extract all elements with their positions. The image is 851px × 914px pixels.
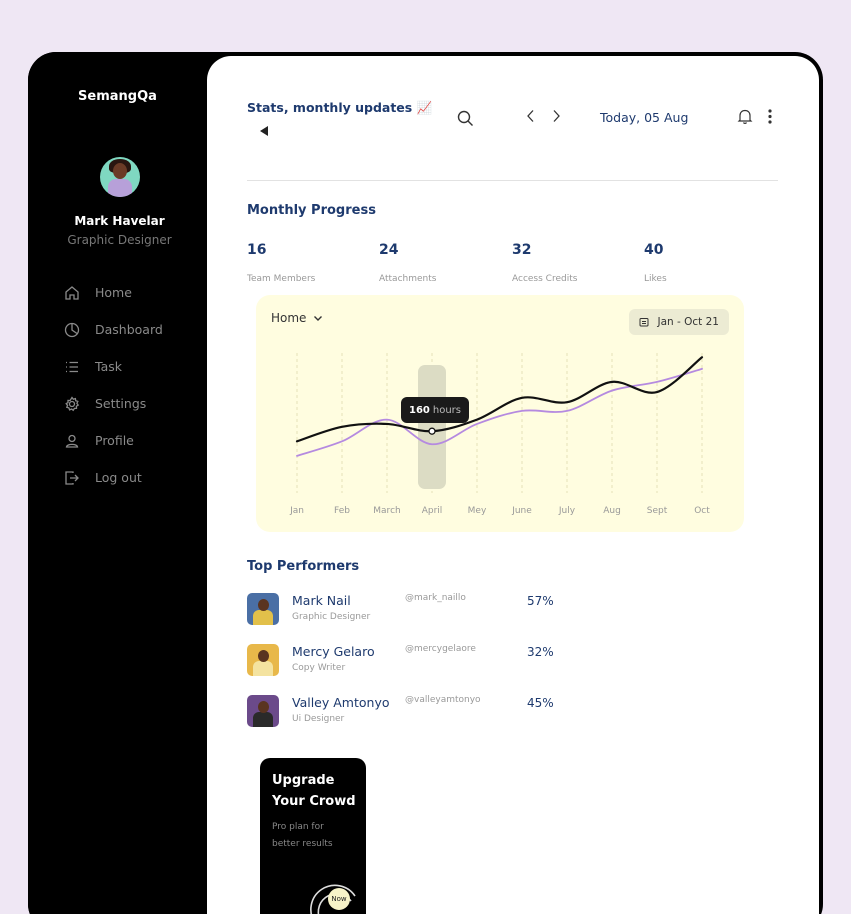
x-tick-label: March — [373, 506, 400, 516]
upgrade-now-button[interactable]: Now — [328, 888, 350, 910]
back-arrow-icon[interactable] — [260, 126, 268, 136]
performer-avatar — [247, 593, 279, 625]
current-date: Today, 05 Aug — [600, 110, 689, 125]
main-panel: Stats, monthly updates 📈 Today, 05 Aug M… — [207, 56, 819, 914]
stat-likes: 40 Likes — [644, 242, 764, 284]
user-name: Mark Havelar — [74, 214, 165, 228]
performer-role: Graphic Designer — [292, 612, 371, 622]
performer-handle: @mark_naillo — [405, 593, 466, 603]
performer-percent: 57% — [527, 594, 554, 608]
tooltip-value: 160 — [409, 404, 430, 416]
highlight-point — [428, 427, 436, 435]
sidebar-item-label: Task — [95, 359, 122, 374]
sidebar-item-task[interactable]: Task — [64, 348, 163, 385]
sidebar-item-home[interactable]: Home — [64, 274, 163, 311]
sidebar-item-logout[interactable]: Log out — [64, 459, 163, 496]
header-divider — [247, 180, 778, 181]
bell-icon[interactable] — [737, 108, 753, 125]
sidebar-item-profile[interactable]: Profile — [64, 422, 163, 459]
list-icon — [66, 361, 78, 372]
highlight-band — [418, 365, 446, 489]
performer-percent: 45% — [527, 696, 554, 710]
stat-attachments: 24 Attachments — [379, 242, 499, 284]
performer-avatar — [247, 695, 279, 727]
stat-access-credits: 32 Access Credits — [512, 242, 632, 284]
stat-value: 16 — [247, 242, 267, 258]
performer-name: Valley Amtonyo — [292, 695, 390, 710]
page-title: Stats, monthly updates 📈 — [247, 100, 433, 115]
chart-tooltip: 160 hours — [401, 397, 469, 423]
performer-row[interactable]: Mercy Gelaro Copy Writer @mercygelaore 3… — [247, 642, 587, 676]
stat-team-members: 16 Team Members — [247, 242, 367, 284]
sidebar-item-label: Settings — [95, 396, 147, 411]
chart-filter-label: Home — [271, 311, 307, 325]
stat-label: Team Members — [247, 274, 316, 284]
progress-chart-card: Jan Feb March April Mey June July Aug Sept Oct Ho… — [256, 295, 744, 532]
sidebar-item-label: Home — [95, 285, 132, 300]
logout-icon — [65, 470, 79, 485]
performer-row[interactable]: Valley Amtonyo Ui Designer @valleyamtony… — [247, 693, 587, 727]
x-tick-label: July — [558, 506, 576, 516]
performer-handle: @mercygelaore — [405, 644, 476, 654]
performer-handle: @valleyamtonyo — [405, 695, 481, 705]
x-tick-label: Aug — [603, 506, 621, 516]
x-tick-label: Sept — [647, 506, 668, 516]
search-icon[interactable] — [457, 110, 474, 127]
performer-percent: 32% — [527, 645, 554, 659]
date-range-label: Jan - Oct 21 — [657, 316, 719, 328]
sidebar-item-dashboard[interactable]: Dashboard — [64, 311, 163, 348]
pie-chart-icon — [64, 322, 80, 337]
performer-role: Ui Designer — [292, 714, 345, 724]
x-tick-label: Feb — [334, 506, 350, 516]
monthly-progress-title: Monthly Progress — [247, 203, 376, 218]
sidebar-nav: Home Dashboard Task Settings Profile Log… — [64, 274, 163, 496]
sidebar-item-label: Log out — [95, 470, 142, 485]
tooltip-unit: hours — [432, 404, 461, 416]
stat-value: 24 — [379, 242, 399, 258]
avatar[interactable] — [100, 157, 140, 197]
x-tick-label: June — [511, 506, 532, 516]
performer-name: Mark Nail — [292, 593, 351, 608]
x-tick-label: Jan — [289, 506, 304, 516]
user-icon — [65, 434, 79, 448]
series-line — [295, 356, 704, 443]
home-icon — [65, 285, 79, 300]
chevron-down-icon — [314, 315, 323, 321]
x-tick-label: April — [422, 506, 443, 516]
chevron-right-icon[interactable] — [550, 109, 562, 123]
sidebar-item-label: Profile — [95, 433, 134, 448]
calendar-icon — [639, 318, 649, 327]
performer-name: Mercy Gelaro — [292, 644, 375, 659]
stat-label: Likes — [644, 274, 667, 284]
performer-avatar — [247, 644, 279, 676]
series-line — [296, 367, 703, 457]
stat-label: Attachments — [379, 274, 437, 284]
chevron-left-icon[interactable] — [525, 109, 537, 123]
stat-value: 40 — [644, 242, 664, 258]
top-performers-title: Top Performers — [247, 559, 360, 574]
date-range-button[interactable]: Jan - Oct 21 — [629, 309, 729, 335]
performer-row[interactable]: Mark Nail Graphic Designer @mark_naillo … — [247, 591, 587, 625]
x-tick-label: Mey — [468, 506, 487, 516]
sidebar: SemangQa Mark Havelar Graphic Designer H… — [28, 52, 207, 914]
device-frame: SemangQa Mark Havelar Graphic Designer H… — [28, 52, 823, 914]
brand-logo: SemangQa — [78, 89, 157, 104]
chart-filter-dropdown[interactable]: Home — [271, 311, 323, 325]
stat-label: Access Credits — [512, 274, 578, 284]
upgrade-rings-icon — [310, 884, 356, 914]
performer-role: Copy Writer — [292, 663, 346, 673]
gear-icon — [65, 395, 80, 411]
x-tick-label: Oct — [694, 506, 710, 516]
user-role: Graphic Designer — [67, 233, 172, 247]
more-vertical-icon[interactable] — [767, 108, 773, 125]
upgrade-card: Upgrade Your Crowd Pro plan for better r… — [260, 758, 366, 914]
sidebar-item-label: Dashboard — [95, 322, 163, 337]
sidebar-item-settings[interactable]: Settings — [64, 385, 163, 422]
stat-value: 32 — [512, 242, 532, 258]
